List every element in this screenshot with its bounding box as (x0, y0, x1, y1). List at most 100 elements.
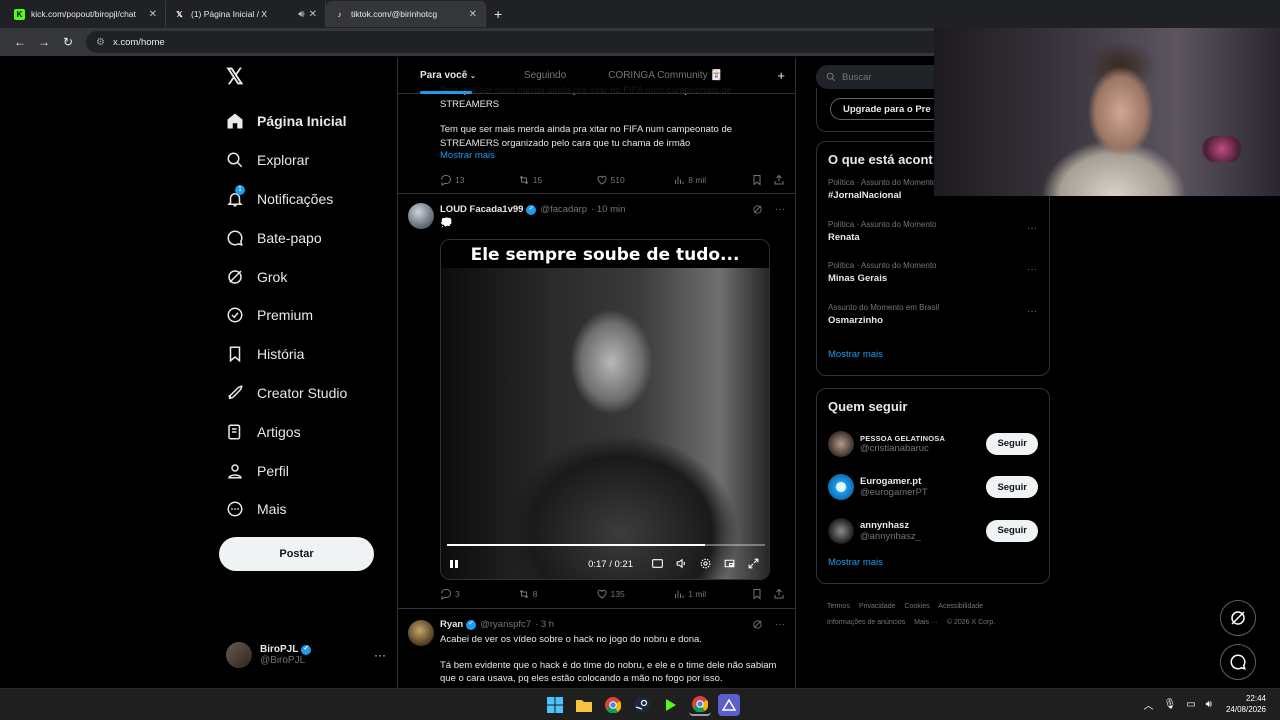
microphone-icon[interactable]: 🎙︎ (1163, 699, 1176, 710)
more-icon[interactable]: ··· (1027, 264, 1037, 275)
more-icon[interactable]: ··· (775, 204, 785, 215)
follow-button[interactable]: Seguir (986, 432, 1038, 455)
trend-item[interactable]: Política · Assunto do Momento Minas Gera… (817, 258, 1049, 300)
trend-item[interactable]: Assunto do Momento em Brasil Osmarzinho … (817, 300, 1049, 342)
windows-start-icon[interactable] (544, 694, 566, 716)
new-tab-icon[interactable]: + (494, 6, 502, 22)
chrome-icon[interactable] (602, 694, 624, 716)
author-name[interactable]: LOUD Facada1v99 (440, 204, 523, 215)
messages-fab[interactable] (1220, 644, 1256, 680)
fullscreen-icon[interactable] (747, 557, 761, 571)
sidebar-item-chat[interactable]: Bate-papo (212, 218, 347, 257)
repost-button[interactable]: 15 (518, 174, 596, 186)
views-button[interactable]: 1 mil (673, 588, 751, 600)
volume-icon[interactable] (675, 557, 689, 571)
follow-suggestion[interactable]: PESSOA GELATINOSA @cristianabaruc Seguir (817, 422, 1049, 466)
sidebar-item-profile[interactable]: Perfil (212, 451, 347, 490)
browser-tab-tiktok[interactable]: ♪ tiktok.com/@birinhotcg ✕ (326, 1, 486, 27)
video-progress-bar[interactable] (447, 544, 765, 546)
footer-link[interactable]: Termos (827, 603, 850, 610)
grok-icon[interactable] (752, 619, 763, 630)
sidebar-item-articles[interactable]: Artigos (212, 412, 347, 451)
post-button[interactable]: Postar (219, 537, 374, 571)
reply-button[interactable]: 13 (440, 174, 518, 186)
show-more-link[interactable]: Mostrar mais (440, 150, 785, 161)
follow-button[interactable]: Seguir (986, 519, 1038, 542)
close-tab-icon[interactable]: ✕ (309, 9, 317, 20)
browser-tab-kick[interactable]: K kick.com/popout/biropjl/chat ✕ (6, 1, 166, 27)
x-logo-icon[interactable]: 𝕏 (226, 64, 244, 90)
sidebar-item-creator-studio[interactable]: Creator Studio (212, 374, 347, 413)
speaker-icon[interactable]: 🔊︎ (298, 9, 304, 20)
follow-button[interactable]: Seguir (986, 476, 1038, 499)
steam-icon[interactable] (631, 694, 653, 716)
browser-tab-x[interactable]: 𝕏 (1) Página Inicial / X 🔊︎ ✕ (166, 1, 326, 27)
file-explorer-icon[interactable] (573, 694, 595, 716)
trend-item[interactable]: Política · Assunto do Momento Renata ··· (817, 217, 1049, 259)
chevron-up-icon[interactable]: ︿ (1143, 697, 1153, 712)
author-name[interactable]: Ryan (440, 619, 463, 630)
sidebar-item-premium[interactable]: Premium (212, 296, 347, 335)
chrome-alt-icon[interactable] (688, 694, 711, 716)
repost-button[interactable]: 8 (518, 588, 596, 600)
avatar[interactable] (408, 620, 434, 646)
show-more-link[interactable]: Mostrar mais (817, 341, 1049, 372)
site-info-icon[interactable]: ⚙ (96, 37, 105, 48)
tab-for-you[interactable]: Para você ⌄ (398, 58, 476, 94)
reload-icon[interactable]: ↻ (56, 35, 80, 49)
sidebar-item-explore[interactable]: Explorar (212, 141, 347, 180)
share-icon[interactable] (773, 174, 785, 186)
captions-icon[interactable] (651, 557, 665, 571)
forward-icon[interactable]: → (32, 35, 56, 49)
show-more-link[interactable]: Mostrar mais (817, 553, 1049, 580)
sidebar-item-more[interactable]: Mais (212, 490, 347, 529)
like-button[interactable]: 510 (596, 174, 674, 186)
volume-icon[interactable]: 🔊︎ (1206, 699, 1212, 710)
footer-link[interactable]: Mais ··· (914, 619, 938, 626)
pause-icon[interactable] (449, 559, 459, 569)
sidebar-item-notifications[interactable]: 1 Notificações (212, 180, 347, 219)
sidebar-item-grok[interactable]: Grok (212, 257, 347, 296)
author-handle[interactable]: @facadarp (540, 204, 587, 215)
add-tab-icon[interactable]: + (777, 68, 785, 83)
like-button[interactable]: 135 (596, 588, 674, 600)
more-icon[interactable]: ··· (1027, 306, 1037, 317)
follow-suggestion[interactable]: Eurogamer.pt @eurogamerPT Seguir (817, 466, 1049, 510)
video-frame[interactable] (441, 268, 769, 579)
kick-app-icon[interactable] (660, 694, 682, 716)
settings-icon[interactable] (699, 557, 713, 571)
back-icon[interactable]: ← (8, 35, 32, 49)
video-player[interactable]: Ele sempre soube de tudo... 0:17 / 0:21 (440, 239, 770, 580)
network-icon[interactable]: ▭ (1186, 699, 1195, 710)
post-time[interactable]: · 10 min (591, 204, 625, 215)
views-button[interactable]: 8 mil (673, 174, 751, 186)
clock[interactable]: 22:44 24/08/2026 (1226, 693, 1266, 715)
more-icon[interactable]: ··· (1027, 223, 1037, 234)
grok-fab[interactable] (1220, 600, 1256, 636)
more-icon[interactable]: ··· (775, 619, 785, 630)
post-time[interactable]: · 3 h (535, 619, 554, 630)
footer-link[interactable]: Cookies (904, 603, 929, 610)
tab-coringa-community[interactable]: CORINGA Community 🃏 (566, 58, 723, 94)
more-icon[interactable]: ··· (374, 648, 386, 662)
bookmark-icon[interactable] (751, 588, 763, 600)
avatar[interactable] (408, 203, 434, 229)
app-icon[interactable] (717, 694, 740, 716)
reply-button[interactable]: 3 (440, 588, 518, 600)
upgrade-button[interactable]: Upgrade para o Pre (830, 98, 944, 120)
author-handle[interactable]: @ryanspfc7 (480, 619, 531, 630)
bookmark-icon[interactable] (751, 174, 763, 186)
pip-icon[interactable] (723, 557, 737, 571)
follow-suggestion[interactable]: annynhasz @annynhasz_ Seguir (817, 509, 1049, 553)
footer-link[interactable]: Informações de anúncios (827, 619, 905, 626)
footer-link[interactable]: Privacidade (859, 603, 896, 610)
footer-link[interactable]: Acessibilidade (938, 603, 983, 610)
sidebar-item-history[interactable]: História (212, 335, 347, 374)
sidebar-item-home[interactable]: Página Inicial (212, 102, 347, 141)
tab-following[interactable]: Seguindo (476, 58, 566, 94)
close-tab-icon[interactable]: ✕ (149, 9, 157, 20)
grok-icon[interactable] (752, 204, 763, 215)
post-1[interactable]: Tem que ser mais merda ainda pra xitar n… (440, 85, 785, 161)
account-switcher[interactable]: BiroPJL @BiroPJL ··· (226, 642, 386, 668)
share-icon[interactable] (773, 588, 785, 600)
